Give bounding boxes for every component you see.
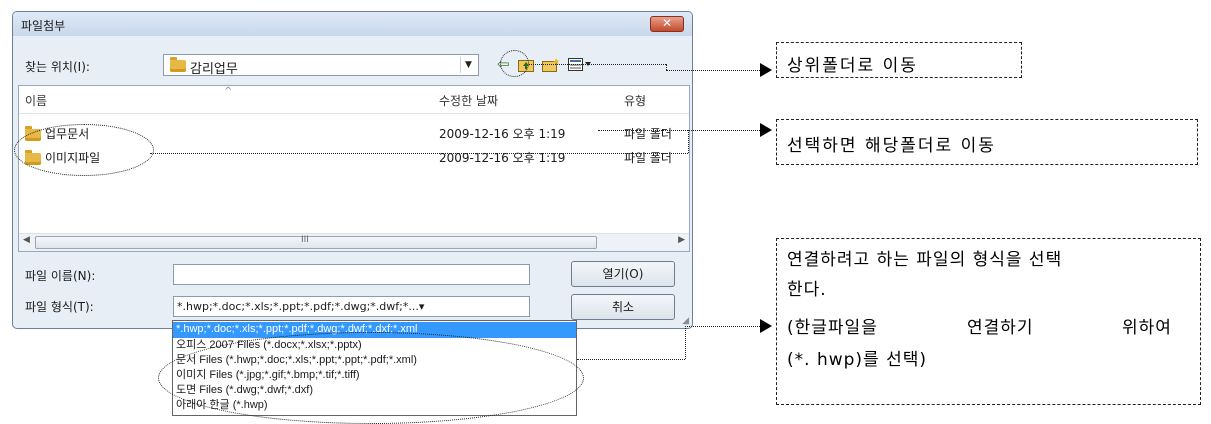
callout-filetype: 연결하려고 하는 파일의 형식을 선택 한다. (한글파일을 연결하기 위하여 … <box>776 238 1201 405</box>
callout-text: 연결하려고 하는 파일의 형식을 선택 <box>787 250 1063 270</box>
file-date: 2009-12-16 오후 1:19 <box>439 151 566 165</box>
filetype-list-highlight <box>158 332 584 424</box>
look-in-value: 감리업무 <box>190 62 238 77</box>
filetype-select[interactable]: *.hwp;*.doc;*.xls;*.ppt;*.pdf;*.dwg;*.dw… <box>173 296 530 317</box>
callout-select-folder: 선택하면 해당폴더로 이동 <box>776 119 1198 165</box>
filename-input[interactable] <box>173 264 530 285</box>
file-type: 파일 폴더 <box>624 127 672 141</box>
arrow-icon <box>760 319 772 333</box>
view-menu-icon[interactable] <box>568 58 592 76</box>
callout-text: 한다. <box>787 280 827 300</box>
arrow-icon <box>760 123 772 137</box>
file-type: 파일 폴더 <box>624 151 672 165</box>
callout-text: (한글파일을 <box>787 318 878 338</box>
resize-grip-icon[interactable]: ◢ <box>682 316 689 326</box>
column-header-type[interactable]: 유형 <box>624 92 646 109</box>
title-bar[interactable]: 파일첨부 ✕ <box>13 12 692 36</box>
filetype-label: 파일 형식(T): <box>25 300 94 314</box>
horizontal-scrollbar[interactable]: ◀ III ▶ <box>19 233 689 251</box>
arrow-icon <box>760 63 772 77</box>
chevron-down-icon[interactable]: ▼ <box>460 57 476 73</box>
up-folder-highlight <box>500 50 529 77</box>
connector-line <box>598 130 760 131</box>
scroll-right-icon[interactable]: ▶ <box>678 235 685 245</box>
close-button[interactable]: ✕ <box>650 16 684 32</box>
column-header-date[interactable]: 수정한 날짜 <box>439 92 498 109</box>
callout-text: 위하여 <box>1122 318 1172 338</box>
look-in-dropdown[interactable]: 감리업무 ▼ <box>163 54 479 77</box>
connector-line <box>688 130 689 153</box>
column-header-name[interactable]: 이름 <box>25 92 47 109</box>
connector-line <box>666 70 762 71</box>
callout-up-folder: 상위폴더로 이동 <box>776 42 1022 78</box>
folder-list-highlight <box>14 124 154 176</box>
filename-label: 파일 이름(N): <box>25 269 96 283</box>
new-folder-icon[interactable] <box>542 58 560 76</box>
folder-icon <box>170 57 186 72</box>
sort-arrow-icon: ^ <box>224 86 233 97</box>
grip-icon: III <box>301 235 309 245</box>
callout-text: (*. hwp)를 선택) <box>787 350 927 370</box>
connector-line <box>685 326 686 359</box>
callout-text: 상위폴더로 이동 <box>787 56 918 76</box>
header-divider <box>19 113 689 114</box>
callout-text: 연결하기 <box>967 318 1034 338</box>
scroll-thumb[interactable]: III <box>35 235 597 249</box>
connector-line <box>577 359 685 360</box>
connector-line <box>529 64 666 65</box>
look-in-label: 찾는 위치(I): <box>25 60 90 74</box>
callout-text: 선택하면 해당폴더로 이동 <box>787 136 996 156</box>
scroll-left-icon[interactable]: ◀ <box>23 235 30 245</box>
connector-line <box>150 153 688 154</box>
connector-line <box>685 326 762 327</box>
open-button[interactable]: 열기(O) <box>571 261 675 287</box>
file-date: 2009-12-16 오후 1:19 <box>439 127 566 141</box>
cancel-button[interactable]: 취소 <box>571 294 675 320</box>
dialog-title: 파일첨부 <box>21 19 66 33</box>
